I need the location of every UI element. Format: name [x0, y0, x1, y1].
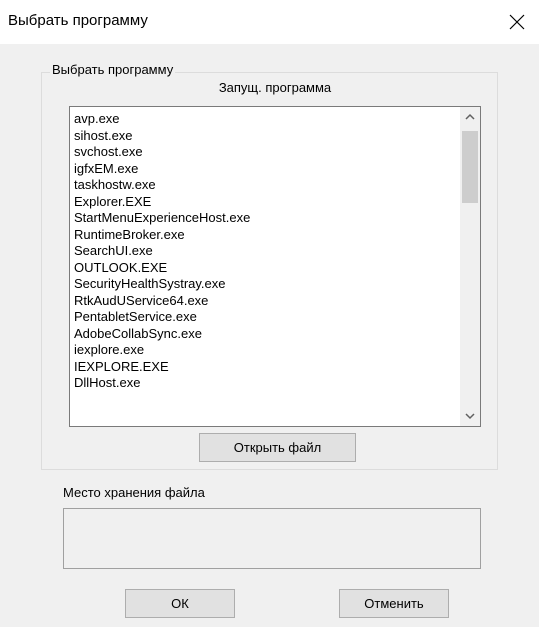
group-label: Выбрать программу: [50, 62, 176, 77]
running-programs-list[interactable]: avp.exe sihost.exe svchost.exe igfxEM.exe ta…: [69, 106, 481, 427]
open-file-button[interactable]: Открыть файл: [199, 433, 356, 462]
list-item[interactable]: RuntimeBroker.exe: [74, 227, 458, 244]
list-item[interactable]: SearchUI.exe: [74, 243, 458, 260]
list-items: avp.exe sihost.exe svchost.exe igfxEM.exe ta…: [74, 111, 458, 392]
storage-path-field[interactable]: [63, 508, 481, 569]
list-item[interactable]: taskhostw.exe: [74, 177, 458, 194]
scroll-down-button[interactable]: [460, 406, 480, 426]
list-item[interactable]: Explorer.EXE: [74, 194, 458, 211]
list-item[interactable]: StartMenuExperienceHost.exe: [74, 210, 458, 227]
storage-label: Место хранения файла: [63, 485, 205, 500]
list-header: Запущ. программа: [218, 80, 332, 95]
list-item[interactable]: OUTLOOK.EXE: [74, 260, 458, 277]
list-item[interactable]: DllHost.exe: [74, 375, 458, 392]
title-bar: Выбрать программу: [0, 0, 539, 44]
list-item[interactable]: AdobeCollabSync.exe: [74, 326, 458, 343]
list-item[interactable]: igfxEM.exe: [74, 161, 458, 178]
list-scrollbar[interactable]: [460, 107, 480, 426]
window-title: Выбрать программу: [8, 12, 148, 29]
list-item[interactable]: SecurityHealthSystray.exe: [74, 276, 458, 293]
chevron-down-icon: [465, 413, 475, 420]
list-item[interactable]: svchost.exe: [74, 144, 458, 161]
ok-button[interactable]: ОК: [125, 589, 235, 618]
chevron-up-icon: [465, 113, 475, 120]
close-icon: [509, 14, 525, 30]
list-item[interactable]: avp.exe: [74, 111, 458, 128]
cancel-button[interactable]: Отменить: [339, 589, 449, 618]
list-item[interactable]: IEXPLORE.EXE: [74, 359, 458, 376]
close-button[interactable]: [495, 0, 539, 44]
list-item[interactable]: RtkAudUService64.exe: [74, 293, 458, 310]
list-item[interactable]: sihost.exe: [74, 128, 458, 145]
list-item[interactable]: iexplore.exe: [74, 342, 458, 359]
scroll-thumb[interactable]: [462, 131, 478, 203]
list-item[interactable]: PentabletService.exe: [74, 309, 458, 326]
scroll-up-button[interactable]: [460, 107, 480, 127]
